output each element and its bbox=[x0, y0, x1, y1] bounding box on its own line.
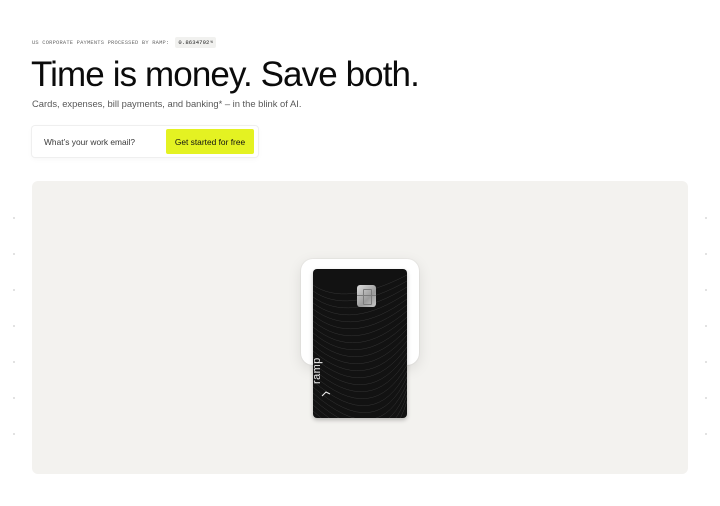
payments-counter-eyebrow: US CORPORATE PAYMENTS PROCESSED BY RAMP:… bbox=[32, 37, 217, 48]
get-started-button[interactable]: Get started for free bbox=[166, 129, 254, 154]
chip-icon bbox=[357, 285, 376, 307]
counter-value: 0.8634792 bbox=[178, 39, 210, 46]
card-brand-label: ramp bbox=[313, 357, 323, 384]
ramp-logo-icon bbox=[321, 391, 331, 397]
ramp-card: ramp bbox=[313, 269, 407, 418]
payments-counter-badge: 0.8634792 % bbox=[175, 37, 217, 48]
eyebrow-label: US CORPORATE PAYMENTS PROCESSED BY RAMP: bbox=[32, 39, 170, 46]
decorative-dots-left bbox=[12, 200, 16, 460]
work-email-input[interactable] bbox=[32, 126, 164, 157]
counter-unit: % bbox=[210, 40, 214, 45]
page: US CORPORATE PAYMENTS PROCESSED BY RAMP:… bbox=[0, 0, 720, 506]
page-headline: Time is money. Save both. bbox=[31, 55, 420, 94]
decorative-dots-right bbox=[704, 200, 708, 460]
signup-form: Get started for free bbox=[32, 126, 258, 157]
page-subhead: Cards, expenses, bill payments, and bank… bbox=[32, 98, 302, 109]
